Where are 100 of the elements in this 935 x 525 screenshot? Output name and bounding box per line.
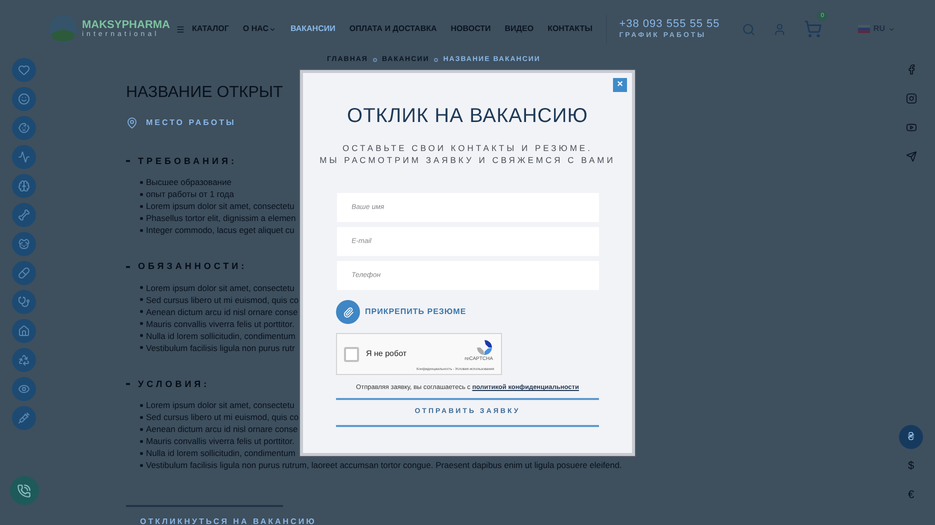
captcha-label: Я не робот — [366, 348, 407, 360]
modal-subtitle: МЫ РАСМОТРИМ ЗАЯВКУ И СВЯЖЕМСЯ С ВАМИ — [320, 154, 616, 166]
logo-name: MAKSYPHARMA — [82, 20, 170, 31]
bullet-icon — [140, 180, 143, 184]
baby-icon — [18, 122, 30, 134]
nav-link[interactable]: ВИДЕО — [504, 23, 534, 35]
list-item: Mauris convallis viverra felis ut porttitor. — [146, 318, 294, 330]
bullet-icon — [140, 286, 143, 289]
category-button[interactable] — [12, 203, 36, 227]
attach-button[interactable] — [336, 300, 360, 324]
instagram-icon[interactable] — [906, 93, 916, 104]
apply-link[interactable]: ОТКЛИКНУТЬСЯ НА ВАКАНСИЮ — [140, 516, 316, 525]
section-heading: УСЛОВИЯ: — [138, 378, 210, 390]
list-item: Nulla id lorem sollicitudin, condimentum — [146, 447, 296, 459]
caret-icon — [269, 26, 276, 32]
bullet-icon — [140, 216, 143, 220]
category-button[interactable] — [12, 58, 36, 82]
bullet-icon — [140, 346, 143, 349]
cart-icon[interactable] — [804, 20, 822, 38]
heart-icon — [18, 64, 30, 76]
bullet-icon — [140, 334, 143, 337]
list-item: опыт работы от 1 года — [146, 188, 234, 200]
location-icon — [126, 116, 138, 128]
dash-icon — [126, 383, 130, 386]
nav-link[interactable]: КОНТАКТЫ — [548, 23, 592, 35]
category-button[interactable] — [12, 377, 36, 401]
flag-icon — [858, 25, 870, 33]
list-item: Mauris convallis viverra felis ut porttitor. — [146, 435, 294, 447]
list-item: Sed cursus libero ut mi euismod, quis co — [146, 294, 299, 306]
callback-button[interactable] — [10, 476, 38, 505]
bullet-icon — [140, 440, 143, 442]
bone-icon — [18, 209, 30, 221]
category-button[interactable] — [12, 290, 36, 314]
list-item: Vestibulum facilisis ligula non purus rutr — [146, 342, 295, 354]
syringe-icon — [18, 412, 30, 424]
location-text: МЕСТО РАБОТЫ — [146, 116, 236, 128]
nav-link[interactable]: КАТАЛОГ — [192, 23, 229, 35]
page-title: НАЗВАНИЕ ОТКРЫТ — [126, 84, 283, 100]
recycle-icon — [18, 354, 30, 366]
currency-button[interactable]: € — [899, 483, 923, 507]
list-item: Aenean dictum arcu id nisl ornare conse — [146, 423, 298, 435]
nav-link[interactable]: ВАКАНСИИ — [290, 23, 336, 35]
bullet-icon — [140, 298, 143, 301]
bullet-icon — [140, 416, 143, 418]
category-button[interactable] — [12, 319, 36, 343]
pulse-icon — [18, 151, 30, 163]
category-button[interactable] — [12, 145, 36, 169]
list-item: Lorem ipsum dolor sit amet, consectetu — [146, 282, 294, 294]
category-button[interactable] — [12, 406, 36, 430]
captcha-checkbox[interactable] — [344, 346, 359, 362]
bullet-icon — [140, 404, 143, 406]
logo-icon — [48, 14, 78, 44]
category-button[interactable] — [12, 174, 36, 198]
youtube-icon[interactable] — [906, 122, 916, 133]
bullet-icon — [140, 310, 143, 313]
modal-title: ОТКЛИК НА ВАКАНСИЮ — [347, 104, 588, 129]
menu-icon[interactable] — [176, 24, 185, 34]
list-item: Lorem ipsum dolor sit amet, consectetu — [146, 200, 294, 212]
bullet-icon — [140, 322, 143, 325]
bullet-icon — [140, 228, 143, 232]
section-heading: ТРЕБОВАНИЯ: — [138, 154, 237, 168]
bullet-icon — [140, 428, 143, 430]
bullet-icon — [140, 464, 143, 466]
pill-icon — [18, 267, 30, 279]
dog-icon — [18, 238, 30, 250]
phone-icon — [17, 484, 31, 498]
list-item: Phasellus tortor elit, dignissim a elemen — [146, 212, 296, 224]
bullet-icon — [140, 204, 143, 208]
list-item: Vestibulum facilisis ligula non purus rutrum, laoreet accumsan tortor congue. Praesent dapibus enim ut ligula posuere eleifend. — [146, 459, 622, 471]
separator-icon — [434, 58, 438, 62]
category-button[interactable] — [12, 87, 36, 111]
eye-icon — [18, 383, 30, 395]
list-item: Integer commodo, lacus eget aliquet cu — [146, 224, 294, 236]
dash-icon — [126, 266, 130, 268]
nav-link[interactable]: ОПЛАТА И ДОСТАВКА — [349, 23, 437, 35]
nav-link[interactable]: О НАС — [242, 23, 268, 35]
close-button[interactable]: × — [613, 78, 627, 92]
category-button[interactable] — [12, 232, 36, 256]
category-button[interactable] — [12, 261, 36, 285]
list-item: Высшее образование — [146, 176, 232, 188]
category-button[interactable] — [12, 116, 36, 140]
currency-button[interactable]: $ — [899, 454, 923, 478]
section-heading: ОБЯЗАННОСТИ: — [138, 260, 248, 273]
dash-icon — [126, 160, 130, 162]
currency-button[interactable]: ₴ — [899, 425, 923, 449]
smile-icon — [18, 93, 30, 105]
phone-link[interactable]: +38 093 555 55 55 — [619, 18, 720, 32]
list-item: Lorem ipsum dolor sit amet, consectetu — [146, 399, 294, 411]
stethoscope-icon — [18, 296, 30, 308]
nav-link[interactable]: НОВОСТИ — [450, 23, 491, 35]
list-item: Aenean dictum arcu id nisl ornare conse — [146, 306, 298, 318]
list-item: Nulla id lorem sollicitudin, condimentum — [146, 330, 296, 342]
house-icon — [18, 325, 30, 337]
caret-icon — [888, 26, 895, 32]
modal-subtitle: ОСТАВЬТЕ СВОИ КОНТАКТЫ И РЕЗЮМЕ. — [342, 142, 592, 154]
telegram-icon[interactable] — [906, 151, 916, 162]
category-button[interactable] — [12, 348, 36, 372]
bullet-icon — [140, 452, 143, 454]
paperclip-icon — [342, 306, 354, 318]
attach-resume-link[interactable]: ПРИКРЕПИТЬ РЕЗЮМЕ — [365, 306, 466, 318]
